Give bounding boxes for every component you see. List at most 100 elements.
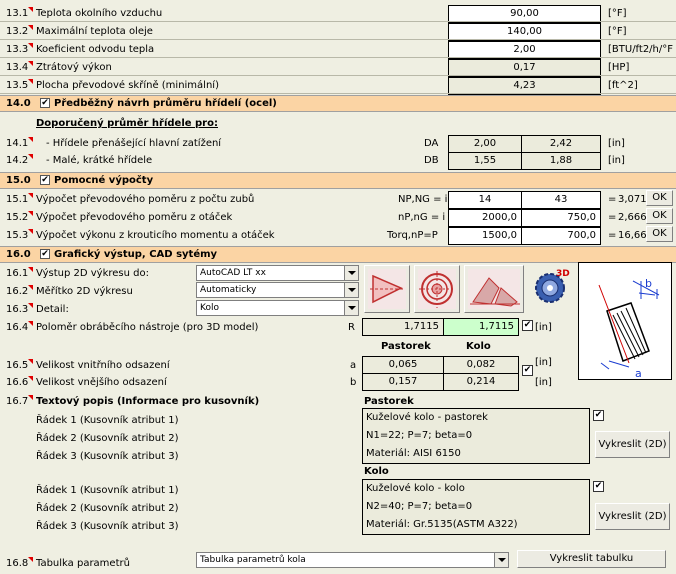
param-label: Plocha převodové skříně (minimální): [36, 80, 219, 91]
kolo-bom-checkbox[interactable]: ✔: [593, 481, 604, 492]
row-number: 13.5: [6, 79, 34, 91]
row-number: 16.5: [6, 359, 34, 371]
bom-line[interactable]: Kuželové kolo - kolo: [363, 480, 589, 498]
inner-offset-code: a: [350, 360, 357, 371]
inner-offset-pinion: 0,065: [362, 356, 444, 374]
tool-radius-gear-input[interactable]: 1,7115: [443, 318, 519, 336]
calc-ok-button[interactable]: OK: [646, 226, 673, 242]
bom-line[interactable]: Kuželové kolo - pastorek: [363, 409, 589, 427]
tool-radius-unit: [in]: [535, 322, 552, 333]
row-number: 14.2: [6, 154, 34, 166]
calc-input-2[interactable]: 43: [521, 191, 601, 209]
param-label: Koeficient odvodu tepla: [36, 44, 155, 55]
calc-input-1[interactable]: 2000,0: [448, 209, 522, 227]
output-2d-select[interactable]: AutoCAD LT xx: [196, 265, 359, 281]
scale-2d-value: Automaticky: [200, 285, 257, 295]
calc-ok-button[interactable]: OK: [646, 208, 673, 224]
circle-view-icon-button[interactable]: [414, 265, 460, 313]
param-table-select[interactable]: Tabulka parametrů kola: [196, 552, 509, 568]
col-pastorek-heading: Pastorek: [381, 341, 431, 352]
col-kolo-heading: Kolo: [466, 341, 491, 352]
param-table-label: Tabulka parametrů: [36, 558, 130, 569]
tool-radius-checkbox[interactable]: ✔: [522, 320, 533, 331]
bom-kolo-heading: Kolo: [364, 466, 389, 477]
inner-offset-label: Velikost vnitřního odsazení: [36, 360, 170, 371]
row-number: 16.4: [6, 321, 34, 333]
pastorek-bom-checkbox[interactable]: ✔: [593, 410, 604, 421]
bom-line[interactable]: Materiál: AISI 6150: [363, 445, 589, 463]
draw-table-button[interactable]: Vykreslit tabulku: [517, 550, 666, 568]
outer-offset-gear: 0,214: [443, 373, 519, 391]
shaft-max: 1,88: [521, 152, 601, 170]
draw-2d-gear-button[interactable]: Vykreslit (2D): [595, 503, 670, 530]
shaft-unit: [in]: [608, 155, 625, 166]
section-header-16: 16.0 ✔ Grafický výstup, CAD sytémy: [0, 246, 676, 263]
pastorek-bom-text[interactable]: Kuželové kolo - pastorek N1=22; P=7; bet…: [362, 408, 590, 464]
section-title: Pomocné výpočty: [54, 175, 154, 186]
section-number: 14.0: [6, 98, 31, 109]
shaft-min: 1,55: [448, 152, 522, 170]
bom-line[interactable]: Materiál: Gr.5135(ASTM A322): [363, 516, 589, 534]
kolo-bom-text[interactable]: Kuželové kolo - kolo N2=40; P=7; beta=0 …: [362, 479, 590, 535]
calc-input-1[interactable]: 14: [448, 191, 522, 209]
row-number: 16.7: [6, 395, 34, 407]
section-checkbox[interactable]: ✔: [40, 175, 50, 185]
gear-3d-icon[interactable]: 3D: [530, 264, 570, 306]
chevron-down-icon[interactable]: [494, 553, 508, 567]
chevron-down-icon[interactable]: [344, 283, 358, 297]
comment-marker-icon: [28, 193, 34, 198]
detail-select[interactable]: Kolo: [196, 300, 359, 316]
comment-marker-icon: [28, 321, 34, 326]
tool-radius-code: R: [348, 322, 355, 333]
row-number: 16.6: [6, 376, 34, 388]
offset-checkbox[interactable]: ✔: [522, 365, 533, 376]
attr-label: Řádek 3 (Kusovník atribut 3): [36, 521, 179, 532]
inner-offset-gear: 0,082: [443, 356, 519, 374]
svg-text:3D: 3D: [556, 269, 570, 279]
bom-line[interactable]: N2=40; P=7; beta=0: [363, 498, 589, 516]
tool-radius-pinion: 1,7115: [362, 318, 444, 336]
outer-offset-pinion: 0,157: [362, 373, 444, 391]
output-2d-label: Výstup 2D výkresu do:: [36, 268, 149, 279]
calc-code: Torq,nP=P: [387, 230, 438, 241]
attr-label: Řádek 2 (Kusovník atribut 2): [36, 503, 179, 514]
row-number: 16.2: [6, 285, 34, 297]
param-label: Teplota okolního vzduchu: [36, 8, 163, 19]
row-number: 16.1: [6, 267, 34, 279]
inner-offset-unit: [in]: [535, 357, 552, 368]
param-unit: [HP]: [608, 62, 630, 73]
chevron-down-icon[interactable]: [344, 301, 358, 315]
draw-2d-pinion-button[interactable]: Vykreslit (2D): [595, 431, 670, 458]
param-unit: [BTU/ft2/h/°F: [608, 44, 674, 55]
detail-label: Detail:: [36, 304, 69, 315]
gear-section-icon: [468, 269, 520, 309]
row-number: 13.3: [6, 43, 34, 55]
cone-section-icon-button[interactable]: [364, 265, 410, 313]
calc-input-2[interactable]: 700,0: [521, 227, 601, 245]
comment-marker-icon: [28, 359, 34, 364]
calc-input-1[interactable]: 1500,0: [448, 227, 522, 245]
calc-ok-button[interactable]: OK: [646, 190, 673, 206]
section-checkbox[interactable]: ✔: [40, 249, 50, 259]
calc-input-2[interactable]: 750,0: [521, 209, 601, 227]
param-label: Ztrátový výkon: [36, 62, 112, 73]
calc-label: Výpočet výkonu z krouticího momentu a ot…: [36, 230, 275, 241]
comment-marker-icon: [28, 376, 34, 381]
svg-text:b: b: [645, 277, 652, 290]
shaft-label: - Hřídele přenášející hlavní zatížení: [46, 138, 222, 149]
row-number: 13.1: [6, 7, 34, 19]
section-header-15: 15.0 ✔ Pomocné výpočty: [0, 172, 676, 189]
section-checkbox[interactable]: ✔: [40, 98, 50, 108]
attr-label: Řádek 3 (Kusovník atribut 3): [36, 451, 179, 462]
row-number: 16.3: [6, 303, 34, 315]
chevron-down-icon[interactable]: [344, 266, 358, 280]
bom-line[interactable]: N1=22; P=7; beta=0: [363, 427, 589, 445]
scale-2d-select[interactable]: Automaticky: [196, 282, 359, 298]
calc-code: NP,NG = i: [398, 194, 448, 205]
param-label: Maximální teplota oleje: [36, 26, 153, 37]
attr-label: Řádek 1 (Kusovník atribut 1): [36, 485, 179, 496]
calc-label: Výpočet převodového poměru z počtu zubů: [36, 194, 255, 205]
shaft-unit: [in]: [608, 138, 625, 149]
gear-section-icon-button[interactable]: [464, 265, 524, 313]
row-number: 13.4: [6, 61, 34, 73]
